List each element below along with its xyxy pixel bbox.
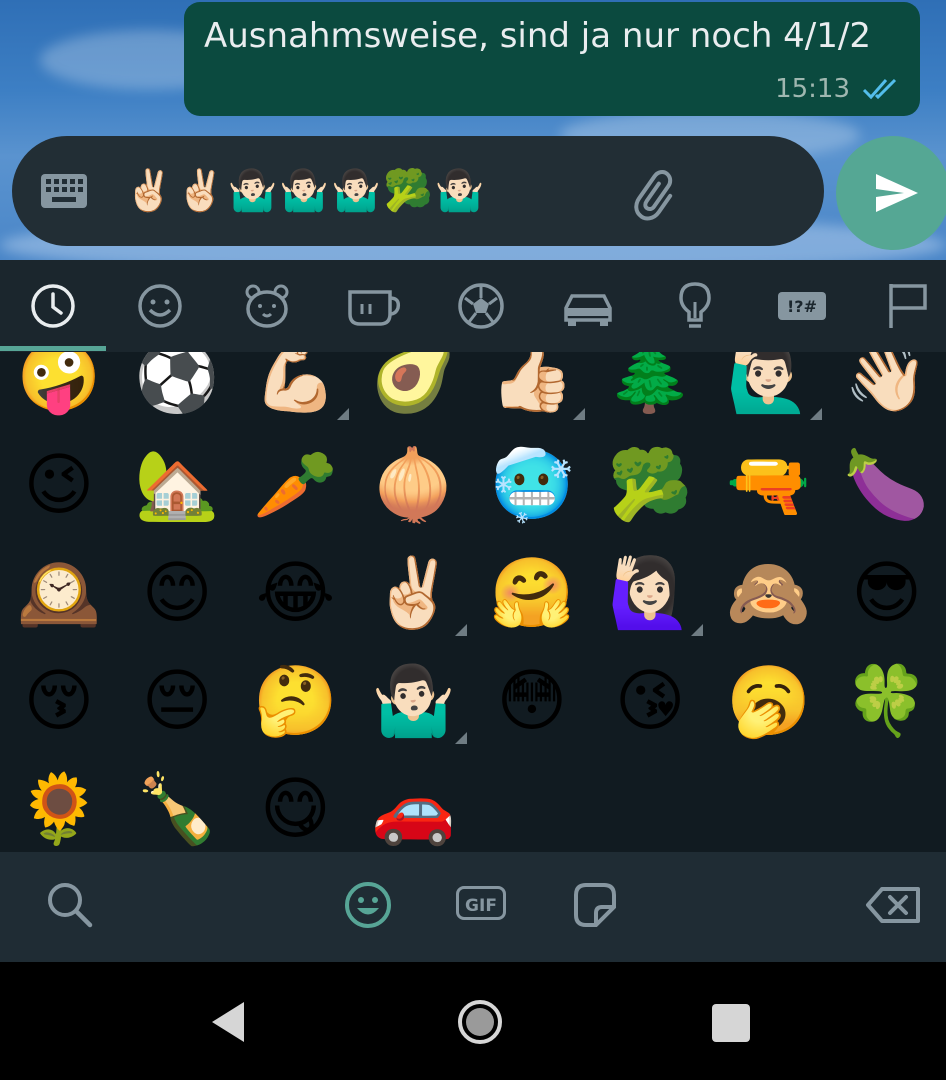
search-icon[interactable] — [42, 877, 98, 933]
emoji-key[interactable]: 🚗 — [355, 756, 473, 852]
compose-text: ✌🏻✌🏻🤷🏻‍♂️🤷🏻‍♂️🤷🏻‍♂️🥦🤷🏻‍♂️ — [124, 168, 487, 214]
message-input[interactable]: ✌🏻✌🏻🤷🏻‍♂️🤷🏻‍♂️🤷🏻‍♂️🥦🤷🏻‍♂️ — [12, 136, 824, 246]
active-tab-indicator — [0, 346, 106, 351]
send-icon — [876, 174, 918, 212]
food-icon — [348, 290, 401, 326]
recents-button[interactable] — [712, 1004, 750, 1042]
attach-icon[interactable] — [630, 168, 686, 224]
emoji-key[interactable]: 🍀 — [828, 648, 946, 756]
backspace-icon[interactable] — [864, 877, 924, 933]
emoji-key[interactable]: 🌻 — [0, 756, 118, 852]
emoji-grid: 🤪 ⚽ 💪🏻 🥑 👍🏻 🌲 🙋🏻‍♂️ 👋🏻 😉 🏡 🥕 🧅 🥶 🥦 🔫 🍆 🕰️ 😊 😂 ✌🏻 🤗 🙋🏻‍♀️ 🙈 😎 😚 😔 🤔… — [0, 352, 946, 852]
smileys-icon — [138, 284, 182, 328]
tab-travel[interactable] — [560, 278, 616, 334]
symbols-tab-label: !?# — [787, 297, 817, 316]
emoji-key[interactable]: 🧅 — [355, 432, 473, 540]
emoji-key[interactable]: 🙈 — [710, 540, 828, 648]
emoji-key[interactable]: 🙋🏻‍♀️ — [591, 540, 709, 648]
emoji-key[interactable]: 😳 — [473, 648, 591, 756]
emoji-key[interactable]: 😘 — [591, 648, 709, 756]
emoji-key[interactable]: 🥑 — [355, 352, 473, 432]
message-text: Ausnahmsweise, sind ja nur noch 4/1/2 — [204, 16, 871, 56]
tab-flags[interactable] — [881, 278, 937, 334]
objects-icon — [679, 282, 711, 328]
travel-icon — [564, 294, 612, 326]
home-button[interactable] — [458, 1000, 502, 1044]
emoji-key[interactable]: ✌🏻 — [355, 540, 473, 648]
sticker-icon[interactable] — [566, 877, 622, 933]
emoji-keyboard: !?# 🤪 ⚽ 💪🏻 🥑 👍🏻 🌲 🙋🏻‍♂️ 👋🏻 😉 🏡 🥕 🧅 🥶 🥦 🔫 🍆 🕰️ 😊 😂 ✌🏻 🤗 🙋🏻‍♀️ 🙈… — [0, 260, 946, 962]
tab-animals[interactable] — [239, 278, 295, 334]
emoji-key[interactable]: 🔫 — [710, 432, 828, 540]
emoji-key[interactable]: 😔 — [118, 648, 236, 756]
message-bubble[interactable]: Ausnahmsweise, sind ja nur noch 4/1/2 15… — [184, 2, 920, 116]
emoji-key[interactable]: 🙋🏻‍♂️ — [710, 352, 828, 432]
emoji-key[interactable]: 🥶 — [473, 432, 591, 540]
emoji-key[interactable]: ⚽ — [118, 352, 236, 432]
emoji-key[interactable]: 🌲 — [591, 352, 709, 432]
tab-activities[interactable] — [453, 278, 509, 334]
emoji-key[interactable]: 🤗 — [473, 540, 591, 648]
tab-recent[interactable] — [25, 278, 81, 334]
flags-icon — [889, 284, 927, 328]
tab-symbols[interactable]: !?# — [774, 278, 830, 334]
message-time: 15:13 — [775, 74, 850, 104]
emoji-key[interactable]: 🏡 — [118, 432, 236, 540]
tab-food[interactable] — [346, 278, 402, 334]
tab-smileys[interactable] — [132, 278, 188, 334]
emoji-key[interactable]: 😚 — [0, 648, 118, 756]
emoji-key[interactable]: 🕰️ — [0, 540, 118, 648]
back-icon[interactable] — [208, 1000, 248, 1044]
send-button[interactable] — [836, 136, 946, 250]
emoji-key[interactable]: 🥦 — [591, 432, 709, 540]
emoji-key[interactable]: 😊 — [118, 540, 236, 648]
activities-icon — [458, 283, 504, 329]
system-navigation-bar — [0, 962, 946, 1080]
double-check-icon — [862, 78, 897, 100]
emoji-key[interactable]: 🥕 — [237, 432, 355, 540]
emoji-key[interactable]: 🤔 — [237, 648, 355, 756]
emoji-key[interactable]: 😉 — [0, 432, 118, 540]
emoji-key[interactable]: 💪🏻 — [237, 352, 355, 432]
emoji-key[interactable]: 🍾 — [118, 756, 236, 852]
emoji-key[interactable]: 👍🏻 — [473, 352, 591, 432]
keyboard-icon[interactable] — [40, 173, 88, 209]
emoji-key[interactable]: 😎 — [828, 540, 946, 648]
keyboard-bottom-bar: GIF — [0, 852, 946, 962]
emoji-key[interactable]: 👋🏻 — [828, 352, 946, 432]
emoji-key[interactable]: 😂 — [237, 540, 355, 648]
tab-objects[interactable] — [667, 278, 723, 334]
emoji-key[interactable]: 🍆 — [828, 432, 946, 540]
emoji-key[interactable]: 🤷🏻‍♂️ — [355, 648, 473, 756]
emoji-key[interactable]: 😋 — [237, 756, 355, 852]
emoji-category-tabs: !?# — [0, 260, 946, 352]
symbols-icon: !?# — [778, 292, 826, 320]
animals-icon — [245, 284, 289, 328]
recent-icon — [31, 284, 75, 328]
emoji-key[interactable]: 🥱 — [710, 648, 828, 756]
emoji-mode-icon[interactable] — [340, 877, 396, 933]
emoji-key[interactable]: 🤪 — [0, 352, 118, 432]
gif-button[interactable]: GIF — [456, 886, 506, 920]
